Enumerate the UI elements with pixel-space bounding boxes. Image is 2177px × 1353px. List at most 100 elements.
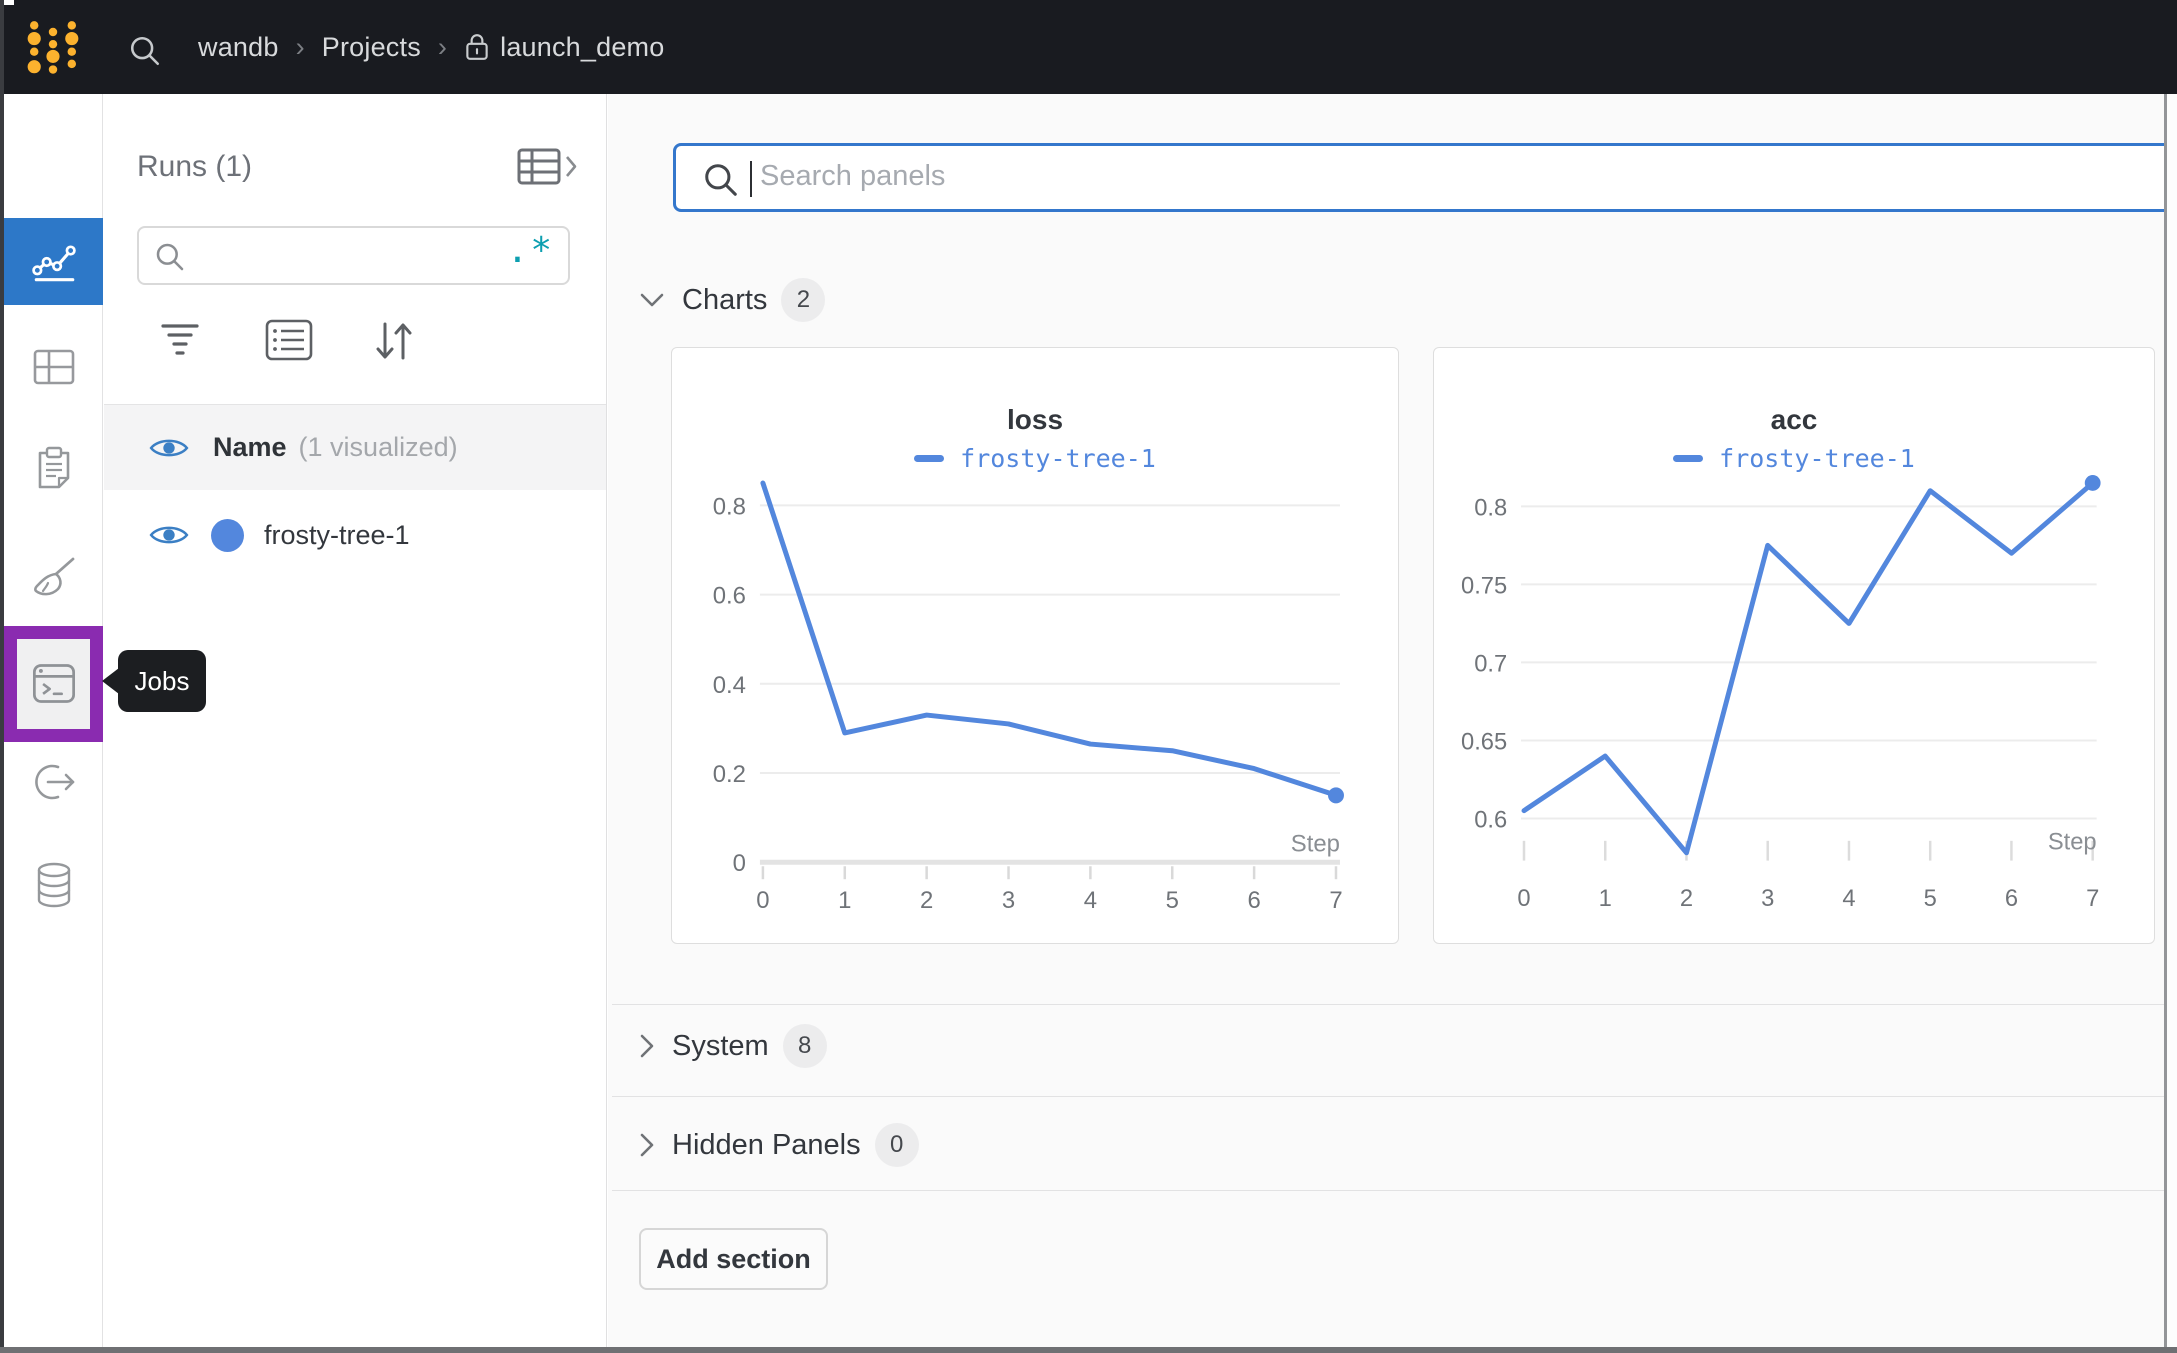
section-header-system[interactable]: System 8 xyxy=(636,1024,827,1068)
x-axis-title: Step xyxy=(1291,830,1340,857)
line-chart-icon xyxy=(29,237,79,287)
runs-count-title: Runs (1) xyxy=(137,150,252,184)
sidebar-item-reports[interactable] xyxy=(4,437,103,501)
x-tick-label: 2 xyxy=(920,887,933,914)
chart-legend: frosty-tree-1 xyxy=(1434,444,2154,473)
legend-run-name[interactable]: frosty-tree-1 xyxy=(960,444,1156,473)
y-tick-label: 0.6 xyxy=(713,583,746,610)
lock-icon xyxy=(464,32,490,62)
search-icon xyxy=(702,161,740,199)
panel-loss-chart[interactable]: 00.20.40.60.801234567Step loss frosty-tr… xyxy=(671,347,1399,944)
section-count-badge: 0 xyxy=(875,1123,919,1167)
x-tick-label: 0 xyxy=(1517,886,1530,912)
x-tick-label: 5 xyxy=(1924,886,1937,912)
top-navigation-bar: wandb › Projects › launch_demo xyxy=(0,0,2177,94)
legend-line-swatch xyxy=(914,455,944,462)
project-sidebar: i xyxy=(4,94,103,1347)
section-header-hidden-panels[interactable]: Hidden Panels 0 xyxy=(636,1123,919,1167)
runs-search-input[interactable]: .* xyxy=(137,226,570,285)
broom-icon xyxy=(29,553,79,599)
expand-runs-table-button[interactable] xyxy=(516,146,580,188)
run-color-dot xyxy=(211,519,244,552)
x-tick-label: 0 xyxy=(756,887,769,914)
jobs-tooltip-label: Jobs xyxy=(135,666,190,697)
chart-canvas[interactable]: 0.60.650.70.750.801234567Step xyxy=(1434,348,2154,943)
section-count-badge: 2 xyxy=(781,278,825,322)
search-panels-input[interactable]: Search panels xyxy=(673,143,2177,212)
x-tick-label: 6 xyxy=(2005,886,2018,912)
chart-legend: frosty-tree-1 xyxy=(672,444,1398,473)
y-tick-label: 0.6 xyxy=(1474,807,1507,833)
section-header-charts[interactable]: Charts 2 xyxy=(636,278,825,322)
search-panels-placeholder: Search panels xyxy=(760,160,945,193)
table-icon xyxy=(30,346,78,388)
visualized-count-label: (1 visualized) xyxy=(299,432,458,463)
x-tick-label: 6 xyxy=(1247,887,1260,914)
last-point-marker xyxy=(1328,787,1344,803)
y-tick-label: 0.8 xyxy=(713,493,746,520)
breadcrumb-separator: › xyxy=(296,32,305,63)
window-gutter xyxy=(2167,94,2177,1353)
chevron-right-icon xyxy=(636,1030,658,1062)
breadcrumb-team[interactable]: wandb xyxy=(198,32,279,63)
series-line xyxy=(763,483,1336,795)
chart-title: acc xyxy=(1434,404,2154,436)
sidebar-item-workspace-active[interactable] xyxy=(4,218,103,305)
sidebar-item-sweeps[interactable] xyxy=(4,544,103,608)
runs-panel: Runs (1) .* xyxy=(104,94,607,1347)
add-section-button[interactable]: Add section xyxy=(639,1228,828,1290)
eye-visibility-icon[interactable] xyxy=(149,521,189,549)
section-label: Hidden Panels xyxy=(672,1129,861,1162)
section-label: System xyxy=(672,1030,769,1063)
legend-line-swatch xyxy=(1673,455,1703,462)
runs-toolbar xyxy=(104,312,606,372)
y-tick-label: 0.65 xyxy=(1461,729,1507,755)
launch-arrow-icon xyxy=(30,760,78,804)
y-tick-label: 0.7 xyxy=(1474,651,1507,677)
window-border xyxy=(0,1347,2177,1353)
group-list-icon[interactable] xyxy=(264,318,314,362)
series-line xyxy=(1524,483,2093,853)
chevron-down-icon xyxy=(636,289,668,311)
section-label: Charts xyxy=(682,284,767,317)
section-divider xyxy=(612,1190,2165,1191)
jobs-tooltip: Jobs xyxy=(118,650,206,712)
sidebar-item-launch[interactable] xyxy=(4,750,103,814)
name-column-header: Name xyxy=(213,432,287,463)
breadcrumb-project-name[interactable]: launch_demo xyxy=(500,32,664,63)
x-tick-label: 1 xyxy=(838,887,851,914)
chart-canvas[interactable]: 00.20.40.60.801234567Step xyxy=(672,348,1398,943)
y-tick-label: 0.2 xyxy=(713,761,746,788)
sidebar-item-artifacts[interactable] xyxy=(4,854,103,918)
y-tick-label: 0 xyxy=(733,850,746,877)
x-axis-title: Step xyxy=(2048,830,2097,856)
x-tick-label: 1 xyxy=(1599,886,1612,912)
section-count-badge: 8 xyxy=(783,1024,827,1068)
x-tick-label: 4 xyxy=(1084,887,1097,914)
chevron-right-icon xyxy=(636,1129,658,1161)
y-tick-label: 0.8 xyxy=(1474,495,1507,521)
wandb-logo-icon[interactable] xyxy=(24,16,82,78)
panel-acc-chart[interactable]: 0.60.650.70.750.801234567Step acc frosty… xyxy=(1433,347,2155,944)
window-border xyxy=(2164,94,2167,1353)
eye-visibility-icon[interactable] xyxy=(149,434,189,462)
run-row-frosty-tree-1[interactable]: frosty-tree-1 xyxy=(104,490,606,580)
runs-name-header-row[interactable]: Name (1 visualized) xyxy=(104,405,606,490)
sidebar-item-table[interactable] xyxy=(4,335,103,399)
breadcrumb-projects[interactable]: Projects xyxy=(322,32,421,63)
text-cursor xyxy=(750,161,752,197)
window-border xyxy=(0,0,4,1353)
regex-toggle-button[interactable]: .* xyxy=(507,230,554,271)
sidebar-item-jobs-highlighted[interactable] xyxy=(4,626,103,742)
y-tick-label: 0.4 xyxy=(713,672,746,699)
filter-icon[interactable] xyxy=(160,318,200,362)
y-tick-label: 0.75 xyxy=(1461,573,1507,599)
chart-plot-svg: 00.20.40.60.801234567Step xyxy=(672,348,1398,943)
global-search-icon[interactable] xyxy=(128,34,162,68)
sort-icon[interactable] xyxy=(372,318,416,364)
run-name[interactable]: frosty-tree-1 xyxy=(264,520,410,551)
legend-run-name[interactable]: frosty-tree-1 xyxy=(1719,444,1915,473)
section-divider xyxy=(612,1004,2165,1005)
terminal-jobs-icon xyxy=(30,662,78,706)
x-tick-label: 7 xyxy=(1329,887,1342,914)
